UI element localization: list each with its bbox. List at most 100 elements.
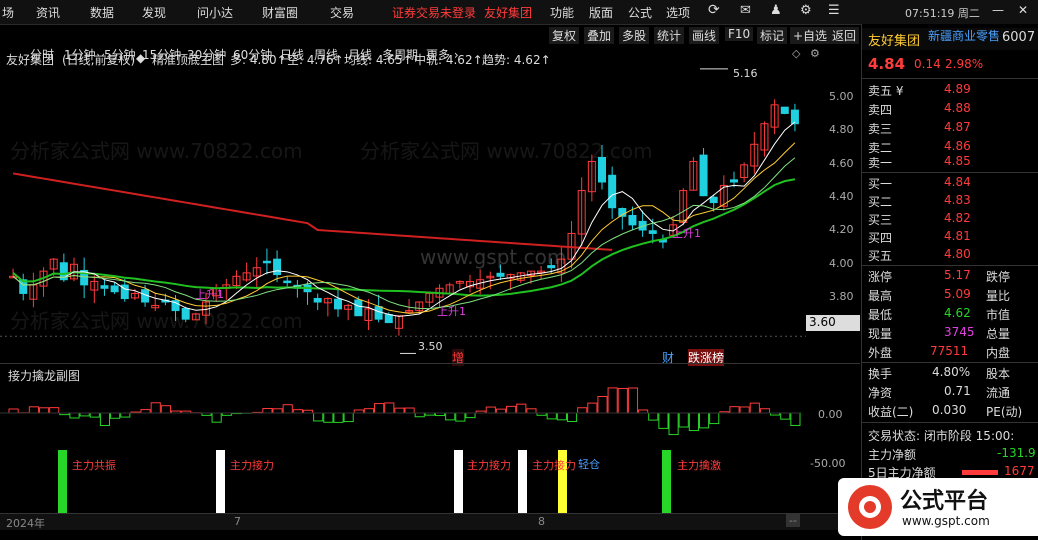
candle-body xyxy=(273,258,282,276)
menu-item[interactable]: 场 xyxy=(2,4,14,21)
date-axis: 2024年 7 8 -- xyxy=(0,513,860,530)
menu-item-wenxiaoda[interactable]: 问小达 xyxy=(197,4,233,21)
candle-body xyxy=(780,106,789,114)
candle-body xyxy=(709,196,718,204)
sub-bar xyxy=(516,403,527,414)
price-tick: 5.00 xyxy=(829,90,854,103)
bid-price: 4.83 xyxy=(944,193,971,207)
sub-bar xyxy=(465,412,476,419)
menu-item-options[interactable]: 选项 xyxy=(666,4,690,21)
diamond-small-icon[interactable]: ◇ xyxy=(792,47,800,60)
menu-item-news[interactable]: 资讯 xyxy=(36,4,60,21)
sub-chart xyxy=(0,387,801,513)
sub-bar xyxy=(729,406,740,414)
tool-duogu[interactable]: 多股 xyxy=(619,27,650,44)
sub-bar xyxy=(272,408,283,414)
up-label: 上升1 xyxy=(672,227,701,240)
tool-f10[interactable]: F10 xyxy=(725,27,754,41)
menu-bar: 场 资讯 数据 发现 问小达 财富圈 交易 证券交易未登录 友好集团 功能 版面… xyxy=(0,0,1038,25)
menu-item-layout[interactable]: 版面 xyxy=(589,4,613,21)
signal-label: 主力接力 xyxy=(467,459,511,472)
tab-30min[interactable]: 30分钟 xyxy=(187,46,226,63)
minimize-button[interactable]: — xyxy=(992,3,1004,17)
menu-item-formula[interactable]: 公式 xyxy=(628,4,652,21)
tab-more[interactable]: 更多 › xyxy=(426,46,459,63)
tool-tongji[interactable]: 统计 xyxy=(654,27,685,44)
tool-fuquan[interactable]: 复权 xyxy=(549,27,580,44)
candle-body xyxy=(334,298,342,310)
stat-value: 0.71 xyxy=(944,384,971,398)
sub-bar xyxy=(262,407,273,414)
divider xyxy=(862,362,1038,363)
user-icon[interactable]: ♟ xyxy=(770,3,782,18)
sub-bar xyxy=(709,412,720,425)
quote-sector[interactable]: 新疆商业零售 xyxy=(928,27,1000,44)
stat-value: 5.09 xyxy=(944,287,971,301)
menu-item-discover[interactable]: 发现 xyxy=(142,4,166,21)
tool-zixuan[interactable]: +自选 xyxy=(790,27,831,44)
main-net5-bar xyxy=(962,470,998,475)
quote-code: 6007 xyxy=(1002,30,1036,45)
sub-bar xyxy=(648,412,659,421)
signal-bar xyxy=(662,450,671,513)
tab-60min[interactable]: 60分钟 xyxy=(233,46,272,63)
menu-item-function[interactable]: 功能 xyxy=(550,4,574,21)
tab-fenshi[interactable]: 分时 xyxy=(30,46,54,63)
candle-body xyxy=(354,299,363,317)
stat-key2: 流通 xyxy=(986,386,1011,400)
stat-value: 4.80% xyxy=(932,365,971,379)
quote-name: 友好集团 xyxy=(868,34,921,49)
message-icon[interactable]: ☰ xyxy=(828,3,840,18)
tab-5min[interactable]: 5分钟 xyxy=(104,46,136,63)
sub-axis-tick: 0.00 xyxy=(818,408,843,421)
tab-monthly[interactable]: 月线 xyxy=(348,46,372,63)
login-status[interactable]: 证券交易未登录 xyxy=(392,4,476,21)
scroll-left-button[interactable]: -- xyxy=(786,514,800,527)
signal-bar xyxy=(216,450,225,513)
candle-body xyxy=(608,174,617,209)
tool-back[interactable]: 返回 xyxy=(829,27,860,44)
sub-bar xyxy=(160,405,171,414)
tab-multi[interactable]: 多周期 xyxy=(382,46,418,63)
tab-1min[interactable]: 1分钟 xyxy=(64,46,96,63)
brand-url: www.gspt.com xyxy=(902,514,990,528)
candle-body xyxy=(648,230,657,234)
sub-bar xyxy=(658,412,669,429)
tab-15min[interactable]: 15分钟 xyxy=(142,46,181,63)
sub-bar xyxy=(28,406,39,414)
quote-panel: 友好集团 新疆商业零售 6007 4.84 0.14 2.98% 卖五 ¥ 4.… xyxy=(861,24,1038,540)
tool-huaxian[interactable]: 画线 xyxy=(689,27,720,44)
signal-bar xyxy=(454,450,463,513)
candle-body xyxy=(283,280,292,284)
candlestick-chart xyxy=(0,68,806,354)
stat-key2: 跌停 xyxy=(986,270,1011,284)
gear-icon[interactable]: ⚙ xyxy=(800,3,812,18)
stock-title: 友好集团 xyxy=(484,6,533,20)
tab-daily[interactable]: 日线 xyxy=(280,46,304,63)
tool-diejia[interactable]: 叠加 xyxy=(584,27,615,44)
close-button[interactable]: ✕ xyxy=(1018,3,1028,17)
sub-bar xyxy=(323,412,334,423)
signal-label: 主力擒激 xyxy=(677,459,721,472)
tab-weekly[interactable]: 周线 xyxy=(314,46,338,63)
mail-icon[interactable]: ✉ xyxy=(740,3,751,18)
candle-body xyxy=(100,285,109,289)
divider xyxy=(0,363,860,364)
ask-price: 4.85 xyxy=(944,154,971,168)
stat-value: 4.62 xyxy=(944,306,971,320)
stat-key2: 市值 xyxy=(986,308,1011,322)
sub-bar xyxy=(120,412,131,418)
refresh-icon[interactable]: ⟳ xyxy=(708,2,720,18)
sub-bar xyxy=(140,409,151,414)
sub-bar xyxy=(8,408,19,414)
main-net-value: -131.9 xyxy=(997,446,1036,460)
candle-body xyxy=(730,179,738,183)
bid-label: 买二 xyxy=(868,195,893,209)
settings-small-icon[interactable]: ⚙ xyxy=(810,47,820,60)
menu-item-wealth[interactable]: 财富圈 xyxy=(262,4,298,21)
menu-item-trade[interactable]: 交易 xyxy=(330,4,354,21)
menu-item-data[interactable]: 数据 xyxy=(90,4,114,21)
sub-bar xyxy=(99,412,111,426)
tool-biaoji[interactable]: 标记 xyxy=(757,27,788,44)
stat-key: 收益(二) xyxy=(868,405,914,419)
